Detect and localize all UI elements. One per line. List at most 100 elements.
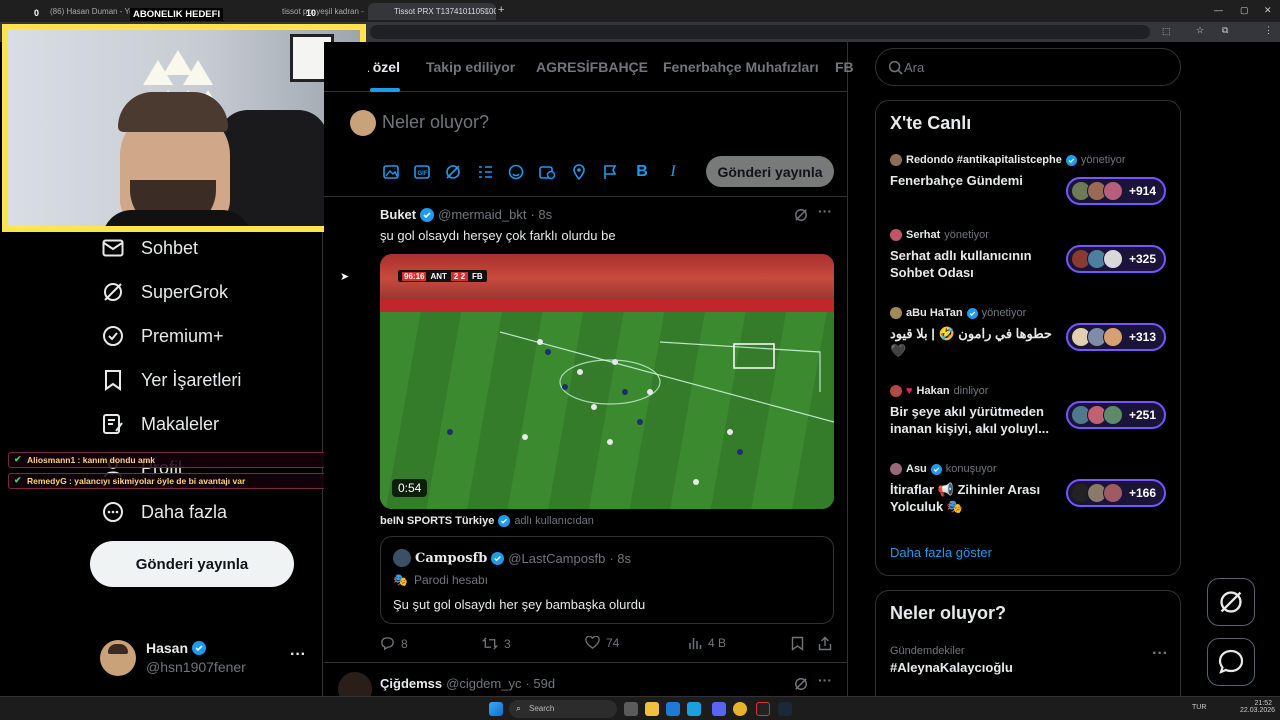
chat-text: RemedyG : yalancıyı sikmiyolar öyle de b… [27, 476, 246, 486]
space-listeners-pill[interactable]: +914 [1066, 177, 1166, 205]
close-icon[interactable]: ✕ [482, 6, 490, 17]
space-card[interactable]: Redondo #antikapitalistcephe yönetiyor Fe… [890, 154, 1170, 205]
space-listeners-pill[interactable]: +251 [1066, 401, 1166, 429]
bold-icon[interactable]: B [633, 163, 651, 181]
check-icon: ✔ [14, 475, 22, 485]
host-role: konuşuyor [945, 463, 997, 475]
nav-item-supergrok[interactable]: SuperGrok [100, 276, 228, 308]
input-language[interactable]: TUR [1192, 704, 1206, 711]
italic-icon[interactable]: I [664, 163, 682, 181]
flag-icon[interactable] [601, 163, 619, 181]
post-author-handle[interactable]: @cigdem_yc [446, 676, 521, 691]
search-icon: ⌕ [516, 703, 522, 713]
post-time[interactable]: · 8s [530, 207, 552, 222]
file-explorer-icon[interactable] [645, 702, 659, 716]
post[interactable]: Buket @mermaid_bkt · 8s ··· şu gol olsay… [324, 197, 848, 663]
tab-list-fb[interactable]: FB [835, 59, 854, 75]
nav-item-chat[interactable]: Sohbet [100, 232, 198, 264]
chrome-icon[interactable] [733, 702, 747, 716]
space-card[interactable]: ♥ Hakan dinliyor Bir şeye akıl yürütmeden … [890, 385, 1170, 437]
space-card[interactable]: Asu konuşuyor İtiraflar 📢 Zihinler Arası … [890, 463, 1170, 515]
minimize-icon[interactable]: — [1214, 5, 1223, 15]
reply-button[interactable]: 8 [380, 636, 408, 651]
space-listeners-pill[interactable]: +313 [1066, 323, 1166, 351]
chat-text: Aliosmann1 : kanım dondu amk [27, 455, 155, 465]
host-name: Hakan [916, 385, 950, 397]
store-icon[interactable] [687, 702, 701, 716]
space-card[interactable]: Serhat yönetiyor Serhat adlı kullanıcının… [890, 229, 1170, 281]
menu-dots-icon[interactable]: ⋮ [1264, 25, 1273, 36]
share-icon[interactable] [818, 636, 832, 651]
video-player[interactable]: 96:16 ANT 2 2 FB 0:54 [380, 254, 834, 509]
grok-icon[interactable] [794, 208, 808, 222]
maximize-icon[interactable]: ▢ [1240, 5, 1249, 16]
close-window-icon[interactable]: ✕ [1264, 5, 1272, 16]
space-listeners-pill[interactable]: +325 [1066, 245, 1166, 273]
nav-item-bookmarks[interactable]: Yer İşaretleri [100, 364, 241, 396]
taskbar-search[interactable]: ⌕ Search [509, 700, 617, 718]
source-name[interactable]: beIN SPORTS Türkiye [380, 515, 494, 527]
bookmark-icon[interactable] [791, 636, 804, 651]
new-tab-button[interactable]: + [498, 4, 504, 16]
tab-for-you[interactable]: Sana özel [368, 59, 400, 75]
trend-context: Gündemdekiler [890, 645, 965, 657]
nav-item-premium[interactable]: Premium+ [100, 320, 224, 352]
views-button[interactable]: 4 B [688, 636, 726, 650]
more-dots-icon[interactable]: ··· [818, 672, 832, 688]
tab-following[interactable]: Takip ediliyor [426, 59, 515, 75]
location-icon[interactable] [570, 163, 588, 181]
task-view-icon[interactable] [624, 702, 638, 716]
cast-icon[interactable]: ⬚ [1162, 26, 1171, 37]
space-card[interactable]: aBu HaTan yönetiyor حطوها في رامون 🤣 | بل… [890, 307, 1170, 359]
gif-icon[interactable]: GIF [413, 163, 431, 181]
composer-post-button[interactable]: Gönderi yayınla [706, 156, 834, 187]
image-icon[interactable] [382, 163, 400, 181]
show-more-link[interactable]: Daha fazla göster [890, 545, 992, 560]
obs-icon[interactable] [756, 702, 770, 716]
browser-tab[interactable]: (86) Hasan Duman - YouTube✕ [24, 3, 142, 20]
host-role: yönetiyor [944, 229, 989, 241]
schedule-icon[interactable] [538, 163, 556, 181]
tab-list-muhafizlar[interactable]: Fenerbahçe Muhafızları [663, 59, 819, 75]
post[interactable]: Çiğdemss @cigdem_yc · 59d ··· [324, 664, 848, 706]
extensions-icon[interactable]: ⧉ [1222, 25, 1228, 36]
poll-icon[interactable] [476, 163, 494, 181]
more-dots-icon[interactable]: ··· [1152, 645, 1168, 663]
discord-icon[interactable] [712, 702, 726, 716]
search-input[interactable]: Ara [875, 48, 1181, 86]
star-icon[interactable]: ☆ [1196, 25, 1204, 36]
nav-label: Makaleler [141, 413, 220, 434]
tab-list-agresifbahce[interactable]: AGRESİFBAHÇE [536, 59, 648, 75]
like-button[interactable]: 74 [585, 636, 619, 650]
more-dots-icon[interactable]: ··· [290, 646, 306, 664]
account-switcher[interactable]: Hasan @hsn1907fener ··· [100, 638, 310, 678]
screen: (86) Hasan Duman - YouTube✕ tissot prx y… [0, 0, 1280, 720]
messages-fab[interactable] [1207, 638, 1255, 686]
nav-item-more[interactable]: Daha fazla [100, 496, 227, 528]
address-bar[interactable] [370, 25, 1150, 39]
post-author-handle[interactable]: @mermaid_bkt [438, 207, 526, 222]
match-clock: 96:16 [402, 271, 427, 281]
nav-item-articles[interactable]: Makaleler [100, 408, 219, 440]
emoji-icon[interactable] [507, 163, 525, 181]
post-author-name[interactable]: Çiğdemss [380, 676, 442, 691]
video-duration: 0:54 [392, 479, 428, 497]
browser-tab-active[interactable]: Tissot PRX T137410110510​0 Eri✕ [368, 3, 496, 20]
steam-icon[interactable] [778, 702, 792, 716]
post-time[interactable]: · 59d [525, 676, 555, 691]
repost-button[interactable]: 3 [482, 636, 511, 651]
grok-icon[interactable] [444, 163, 462, 181]
space-title: Fenerbahçe Gündemi [890, 173, 1023, 188]
composer-input[interactable]: Neler oluyor? [382, 112, 489, 133]
trend-item[interactable]: Gündemdekiler #AleynaKalaycıoğlu ··· [890, 645, 1170, 675]
grok-icon[interactable] [794, 677, 808, 691]
edge-icon[interactable] [666, 702, 680, 716]
start-icon[interactable] [489, 702, 503, 716]
space-listeners-pill[interactable]: +166 [1066, 479, 1166, 507]
post-author-name[interactable]: Buket [380, 207, 416, 222]
post-button[interactable]: Gönderi yayınla [90, 541, 294, 587]
clock[interactable]: 21:52 22.03.2026 [1240, 700, 1275, 714]
grok-fab[interactable] [1207, 578, 1255, 626]
more-dots-icon[interactable]: ··· [818, 203, 832, 219]
quoted-post[interactable]: Camposfb @LastCamposfb · 8s 🎭 Parodi hes… [380, 536, 834, 624]
